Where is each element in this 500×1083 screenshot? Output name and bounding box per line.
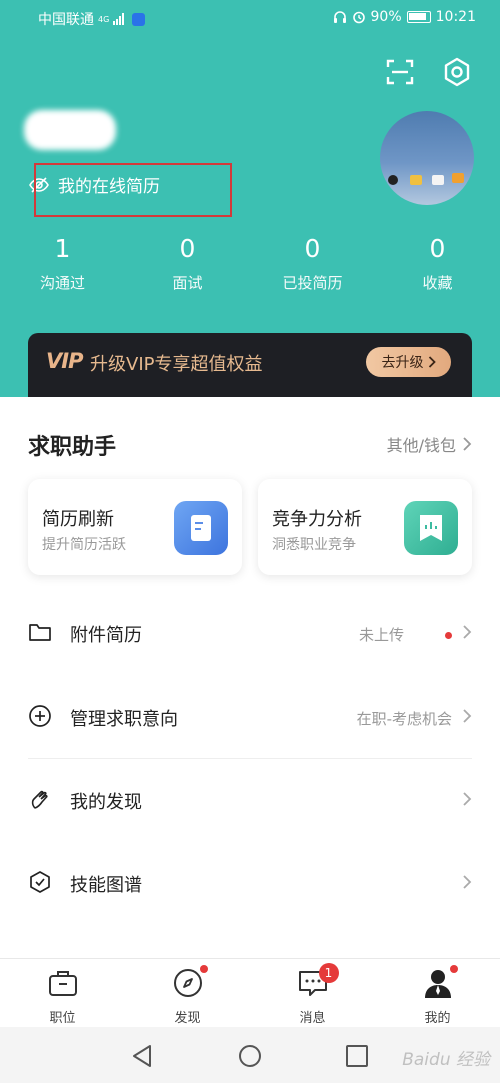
battery-icon xyxy=(406,11,431,23)
row-label: 技能图谱 xyxy=(70,875,142,896)
job-intention-row[interactable]: 管理求职意向 在职-考虑机会 xyxy=(0,676,500,758)
row-label: 管理求职意向 xyxy=(70,709,178,730)
chevron-right-icon xyxy=(463,875,472,889)
tab-discover[interactable]: 发现 xyxy=(125,965,250,1026)
avatar[interactable] xyxy=(380,111,474,205)
upgrade-button[interactable]: 去升级 xyxy=(366,347,451,377)
tab-me[interactable]: 我的 xyxy=(375,965,500,1026)
headset-icon xyxy=(333,11,346,23)
annotation-highlight-box xyxy=(34,163,232,217)
chat-icon: 1 xyxy=(297,963,339,999)
shield-check-icon xyxy=(30,871,50,893)
recents-icon[interactable] xyxy=(344,1043,370,1069)
job-assistant-title: 求职助手 xyxy=(28,435,117,460)
chart-icon xyxy=(404,501,458,555)
vip-text: 升级VIP专享超值权益 xyxy=(90,354,263,375)
clock: 10:21 xyxy=(435,9,476,25)
message-count-badge: 1 xyxy=(318,963,339,983)
security-app-icon xyxy=(132,12,146,26)
my-discoveries-row[interactable]: 我的发现 xyxy=(0,759,500,841)
stat-label: 沟通过 xyxy=(39,274,85,292)
battery-percent: 90% xyxy=(370,9,402,25)
carrier-name: 中国联通 xyxy=(38,12,94,28)
wallet-link[interactable]: 其他/钱包 xyxy=(387,432,472,456)
new-dot-indicator xyxy=(445,632,452,639)
bottom-tab-bar: 职位 发现 1 消息 我的 xyxy=(0,958,500,1026)
tab-label: 我的 xyxy=(424,1011,451,1026)
chevron-right-icon xyxy=(428,356,436,368)
user-icon xyxy=(422,965,458,999)
row-label: 我的发现 xyxy=(70,792,142,813)
stat-applied[interactable]: 0 已投简历 xyxy=(250,232,375,293)
tab-label: 消息 xyxy=(299,1011,326,1026)
home-icon[interactable] xyxy=(237,1043,263,1069)
chevron-right-icon xyxy=(463,437,472,451)
wallet-link-label: 其他/钱包 xyxy=(386,436,456,455)
add-circle-icon xyxy=(29,705,51,727)
stat-label: 已投简历 xyxy=(282,274,343,292)
stat-label: 面试 xyxy=(172,274,203,292)
system-navigation-bar: Baidu 经验 xyxy=(0,1027,500,1083)
card-subtitle: 提升简历活跃 xyxy=(42,537,126,553)
vip-banner[interactable]: VIP 升级VIP专享超值权益 去升级 xyxy=(28,333,472,397)
stats-row: 1 沟通过 0 面试 0 已投简历 0 收藏 xyxy=(0,232,500,302)
watermark: Baidu 经验 xyxy=(402,1050,490,1070)
notification-dot xyxy=(449,965,458,973)
card-title: 竞争力分析 xyxy=(272,509,362,530)
stat-value: 1 xyxy=(54,234,71,263)
document-icon xyxy=(174,501,228,555)
tab-label: 职位 xyxy=(49,1011,76,1026)
back-icon[interactable] xyxy=(130,1043,156,1069)
hand-heart-icon xyxy=(31,790,48,809)
stat-value: 0 xyxy=(429,234,446,263)
chevron-right-icon xyxy=(463,709,472,723)
network-type: 4G xyxy=(98,14,110,24)
briefcase-icon xyxy=(47,967,79,999)
status-bar: 中国联通 4G 90% 10:21 xyxy=(0,0,500,36)
tab-messages[interactable]: 1 消息 xyxy=(250,963,375,1026)
username-redacted xyxy=(24,110,116,150)
compass-icon xyxy=(172,965,208,999)
skill-map-row[interactable]: 技能图谱 xyxy=(0,842,500,924)
resume-refresh-card[interactable]: 简历刷新 提升简历活跃 xyxy=(28,479,242,575)
signal-icon xyxy=(113,13,125,25)
stat-favorites[interactable]: 0 收藏 xyxy=(375,232,500,293)
folder-icon xyxy=(29,624,51,641)
tab-label: 发现 xyxy=(174,1011,201,1026)
attachment-resume-row[interactable]: 附件简历 未上传 xyxy=(0,592,500,674)
stat-value: 0 xyxy=(179,234,196,263)
card-subtitle: 洞悉职业竞争 xyxy=(272,537,356,553)
row-label: 附件简历 xyxy=(70,625,142,646)
settings-icon[interactable] xyxy=(441,56,473,88)
vip-logo: VIP xyxy=(46,349,83,373)
card-title: 简历刷新 xyxy=(42,509,114,530)
alarm-icon xyxy=(352,11,365,24)
row-value: 未上传 xyxy=(358,626,404,644)
notification-dot xyxy=(199,965,208,973)
stat-value: 0 xyxy=(304,234,321,263)
stat-label: 收藏 xyxy=(422,274,453,292)
chevron-right-icon xyxy=(463,792,472,806)
tab-jobs[interactable]: 职位 xyxy=(0,967,125,1026)
competitiveness-card[interactable]: 竞争力分析 洞悉职业竞争 xyxy=(258,479,472,575)
scan-icon[interactable] xyxy=(384,56,416,88)
row-value: 在职-考虑机会 xyxy=(356,710,452,728)
chevron-right-icon xyxy=(463,625,472,639)
stat-interviews[interactable]: 0 面试 xyxy=(125,232,250,293)
stat-contacted[interactable]: 1 沟通过 xyxy=(0,232,125,293)
upgrade-label: 去升级 xyxy=(381,355,424,371)
